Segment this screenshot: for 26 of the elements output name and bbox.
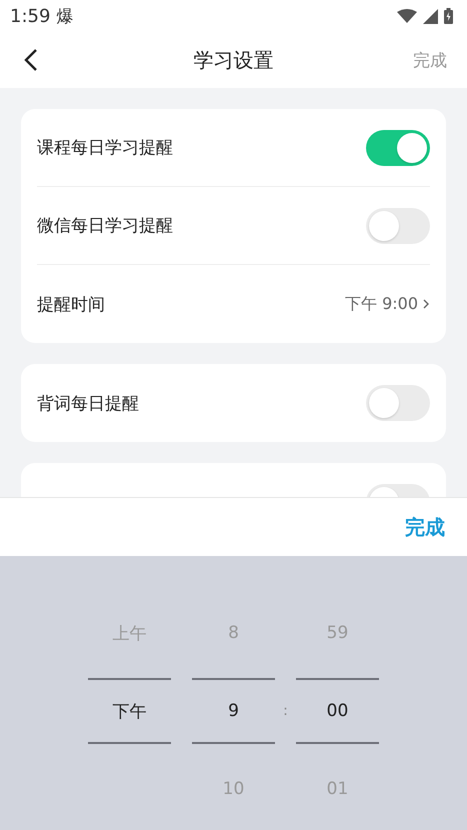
chevron-icon [422, 298, 430, 310]
setting-label: 课程每日学习提醒 [37, 137, 174, 159]
picker-option[interactable]: 下午 [112, 700, 146, 722]
status-time: 1:59 [10, 6, 50, 26]
done-button[interactable]: 完成 [413, 48, 447, 72]
toggle-switch[interactable] [366, 130, 430, 166]
page-title: 学习设置 [194, 46, 274, 74]
battery-icon [444, 8, 453, 24]
setting-label: 微信每日学习提醒 [37, 215, 174, 237]
picker-option[interactable]: 9 [228, 701, 239, 721]
toggle-switch[interactable] [366, 385, 430, 421]
time-separator: : [283, 703, 288, 719]
picker-option[interactable]: 10 [222, 779, 244, 799]
picker-option[interactable]: 01 [326, 779, 348, 799]
wifi-icon [397, 9, 417, 23]
picker-option[interactable]: 8 [228, 623, 239, 643]
picker-option[interactable]: 59 [326, 623, 348, 643]
time-value-link[interactable]: 下午 9:00 [344, 294, 430, 314]
setting-label: 提醒时间 [37, 294, 106, 316]
setting-label: 背词每日提醒 [37, 392, 140, 414]
confirm-button[interactable]: 完成 [405, 514, 445, 540]
signal-icon [423, 8, 438, 24]
picker-option[interactable]: 上午 [112, 622, 146, 644]
notification-icon: 爆 [56, 4, 74, 28]
picker-option[interactable]: 00 [326, 701, 348, 721]
toggle-switch[interactable] [366, 208, 430, 244]
